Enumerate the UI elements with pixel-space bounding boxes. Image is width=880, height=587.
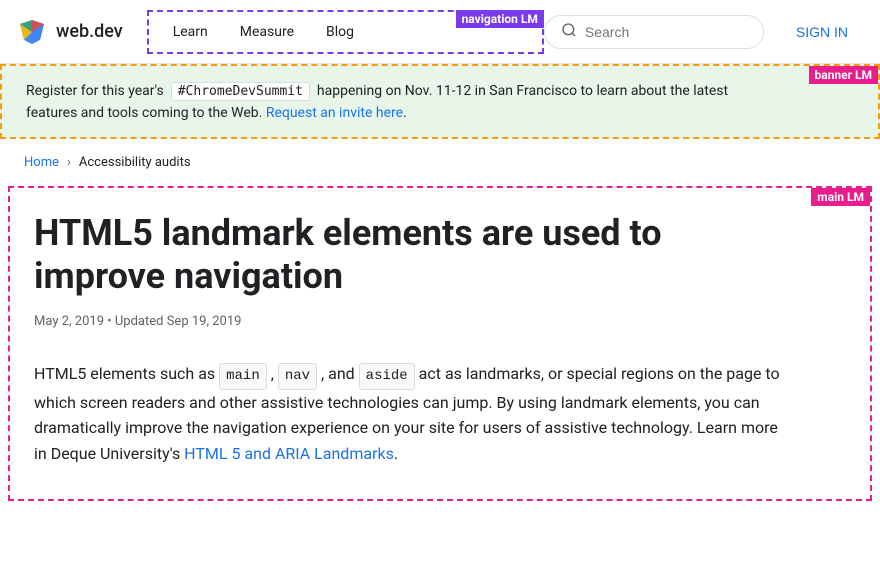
banner-features-text: features and tools coming to the Web. (26, 105, 266, 121)
body-before: HTML5 elements such as (34, 364, 215, 383)
code-aside: aside (359, 363, 415, 389)
comma2: , and (321, 364, 355, 383)
breadcrumb: Home › Accessibility audits (0, 139, 880, 186)
nav-lm-label: navigation LM (456, 10, 544, 28)
search-input[interactable] (585, 24, 745, 40)
article-deque-link[interactable]: HTML 5 and ARIA Landmarks (184, 444, 394, 463)
banner-lm-label: banner LM (809, 66, 878, 84)
search-box (544, 15, 764, 49)
article: HTML5 landmark elements are used to impr… (34, 212, 846, 467)
body-end: . (394, 444, 398, 463)
article-paragraph: HTML5 elements such as main , nav , and … (34, 361, 794, 466)
nav-item-blog[interactable]: Blog (310, 16, 370, 48)
banner-line2: features and tools coming to the Web. Re… (26, 105, 854, 121)
breadcrumb-home[interactable]: Home (24, 155, 59, 170)
sign-in-button[interactable]: SIGN IN (780, 16, 864, 48)
article-date: May 2, 2019 • Updated Sep 19, 2019 (34, 314, 846, 329)
banner-line1: Register for this year's #ChromeDevSummi… (26, 82, 854, 101)
article-title: HTML5 landmark elements are used to impr… (34, 212, 794, 298)
logo-icon (16, 16, 48, 48)
main-nav: navigation LM Learn Measure Blog (147, 10, 544, 54)
search-icon (561, 22, 577, 42)
banner-hashtag: #ChromeDevSummit (171, 82, 310, 101)
logo-text: web.dev (56, 21, 123, 42)
banner-text-after: happening on Nov. 11-12 in San Francisco… (317, 83, 728, 99)
date-separator: • (107, 314, 115, 329)
banner-invite-link[interactable]: Request an invite here (266, 105, 403, 121)
updated-date: Updated Sep 19, 2019 (115, 314, 242, 329)
banner: banner LM Register for this year's #Chro… (0, 64, 880, 139)
banner-text-before: Register for this year's (26, 83, 164, 99)
code-nav: nav (278, 363, 317, 389)
code-main: main (219, 363, 267, 389)
breadcrumb-separator: › (67, 155, 71, 170)
main-content: main LM HTML5 landmark elements are used… (8, 186, 872, 501)
breadcrumb-current: Accessibility audits (79, 155, 191, 170)
main-lm-label: main LM (811, 188, 870, 206)
logo[interactable]: web.dev (16, 16, 123, 48)
article-body: HTML5 elements such as main , nav , and … (34, 361, 794, 466)
nav-item-measure[interactable]: Measure (224, 16, 310, 48)
publish-date: May 2, 2019 (34, 314, 104, 329)
nav-item-learn[interactable]: Learn (157, 16, 224, 48)
header: web.dev navigation LM Learn Measure Blog… (0, 0, 880, 64)
comma1: , (271, 364, 274, 383)
